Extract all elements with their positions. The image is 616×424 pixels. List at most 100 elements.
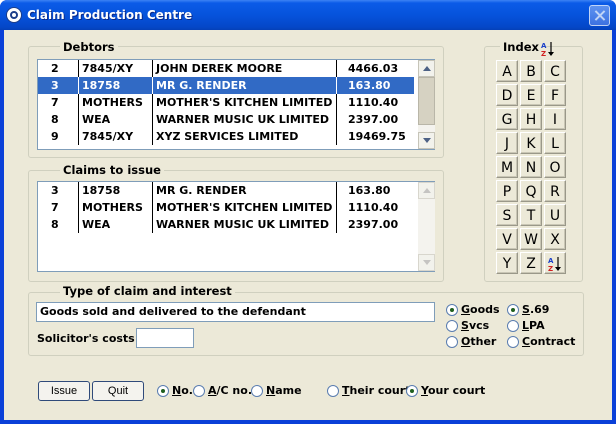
column-divider [336,128,337,145]
type-radio-goods[interactable] [446,304,458,316]
index-letter-l[interactable]: L [544,132,566,154]
index-letter-f[interactable]: F [544,84,566,106]
cell-ac: WEA [82,218,111,231]
index-label-text: Index [503,40,539,54]
type-label-goods: Goods [461,303,500,316]
sort-radio-no[interactable] [157,385,169,397]
svg-text:Z: Z [548,265,553,272]
index-letter-i[interactable]: I [544,108,566,130]
interest-radio-contract[interactable] [507,336,519,348]
list-row[interactable]: 3 18758 MR G. RENDER 163.80 [38,182,414,199]
index-letter-c[interactable]: C [544,60,566,82]
scroll-up-button[interactable] [418,60,435,77]
index-letter-h[interactable]: H [520,108,542,130]
arrow-up-icon [423,188,431,193]
index-letter-u[interactable]: U [544,204,566,226]
column-divider [336,77,337,94]
label-rest: vcs [468,319,490,332]
index-letter-p[interactable]: P [496,180,518,202]
list-row[interactable]: 9 7845/XY XYZ SERVICES LIMITED 19469.75 [38,128,414,145]
column-divider [78,77,79,94]
type-radio-other[interactable] [446,336,458,348]
index-letter-d[interactable]: D [496,84,518,106]
sort-az-button[interactable]: A Z [544,252,566,274]
column-divider [152,128,153,145]
index-letter-j[interactable]: J [496,132,518,154]
type-label-svcs: Svcs [461,319,489,332]
close-button[interactable] [589,5,610,26]
index-letter-s[interactable]: S [496,204,518,226]
index-letter-b[interactable]: B [520,60,542,82]
cell-no: 7 [51,201,59,214]
list-row[interactable]: 2 7845/XY JOHN DEREK MOORE 4466.03 [38,60,414,77]
list-row[interactable]: 7 MOTHERS MOTHER'S KITCHEN LIMITED 1110.40 [38,94,414,111]
label-rest: PA [529,319,545,332]
court-radio-your-court[interactable] [406,385,418,397]
court-radio-their-court[interactable] [327,385,339,397]
cell-no: 3 [51,184,59,197]
list-row[interactable]: 8 WEA WARNER MUSIC UK LIMITED 2397.00 [38,111,414,128]
index-letter-a[interactable]: A [496,60,518,82]
scroll-thumb[interactable] [418,77,435,125]
index-letter-n[interactable]: N [520,156,542,178]
label-rest: ame [275,384,302,397]
solicitor-costs-input[interactable] [136,328,194,348]
index-letter-q[interactable]: Q [520,180,542,202]
column-divider [336,182,337,199]
sort-az-icon[interactable]: A Z [541,41,555,58]
list-row[interactable]: 7 MOTHERS MOTHER'S KITCHEN LIMITED 1110.40 [38,199,414,216]
cell-name: MOTHER'S KITCHEN LIMITED [156,201,333,214]
index-letter-t[interactable]: T [520,204,542,226]
scroll-down-button[interactable] [418,132,435,149]
index-letter-e[interactable]: E [520,84,542,106]
title-bar[interactable]: Claim Production Centre [0,0,616,30]
debtors-list[interactable]: 2 7845/XY JOHN DEREK MOORE 4466.03 3 18758 MR … [37,59,435,150]
issue-button[interactable]: Issue [38,381,90,401]
cell-no: 8 [51,113,59,126]
claims-scrollbar[interactable] [418,182,435,271]
type-radio-svcs[interactable] [446,320,458,332]
cell-ac: MOTHERS [82,201,143,214]
index-letter-m[interactable]: M [496,156,518,178]
column-divider [152,94,153,111]
client-area: Debtors 2 7845/XY JOHN DEREK MOORE 4466.03 3… [4,30,612,420]
claim-description-input[interactable]: Goods sold and delivered to the defendan… [36,302,435,322]
debtors-scrollbar[interactable] [418,60,435,149]
cell-amount: 2397.00 [348,218,399,231]
index-letter-z[interactable]: Z [520,252,542,274]
svg-text:Z: Z [541,50,546,57]
list-row[interactable]: 3 18758 MR G. RENDER 163.80 [38,77,414,94]
column-divider [78,216,79,233]
scroll-down-button[interactable] [418,254,435,271]
label-rest: heir court [349,384,411,397]
scroll-up-button[interactable] [418,182,435,199]
index-letter-w[interactable]: W [520,228,542,250]
quit-button[interactable]: Quit [92,381,144,401]
index-letter-v[interactable]: V [496,228,518,250]
mnemonic-letter: Y [421,384,428,397]
index-letter-r[interactable]: R [544,180,566,202]
court-label-their-court: Their court [342,384,410,397]
interest-label-contract: Contract [522,335,575,348]
cell-no: 2 [51,62,59,75]
mnemonic-letter: S [461,319,469,332]
cell-no: 3 [51,79,59,92]
claims-label: Claims to issue [60,163,164,177]
interest-radio-s-69[interactable] [507,304,519,316]
column-divider [152,60,153,77]
index-letter-g[interactable]: G [496,108,518,130]
interest-radio-lpa[interactable] [507,320,519,332]
list-row[interactable]: 8 WEA WARNER MUSIC UK LIMITED 2397.00 [38,216,414,233]
index-letter-k[interactable]: K [520,132,542,154]
label-rest: ontract [530,335,576,348]
index-letter-x[interactable]: X [544,228,566,250]
sort-radio-a-c-no[interactable] [193,385,205,397]
mnemonic-letter: G [461,303,471,316]
sort-label-name: Name [266,384,302,397]
sort-az-icon: A Z [548,257,561,273]
sort-radio-name[interactable] [251,385,263,397]
index-letter-o[interactable]: O [544,156,566,178]
claims-list[interactable]: 3 18758 MR G. RENDER 163.80 7 MOTHERS MOTHER'S… [37,181,435,272]
index-letter-y[interactable]: Y [496,252,518,274]
index-label: Index [500,40,542,54]
